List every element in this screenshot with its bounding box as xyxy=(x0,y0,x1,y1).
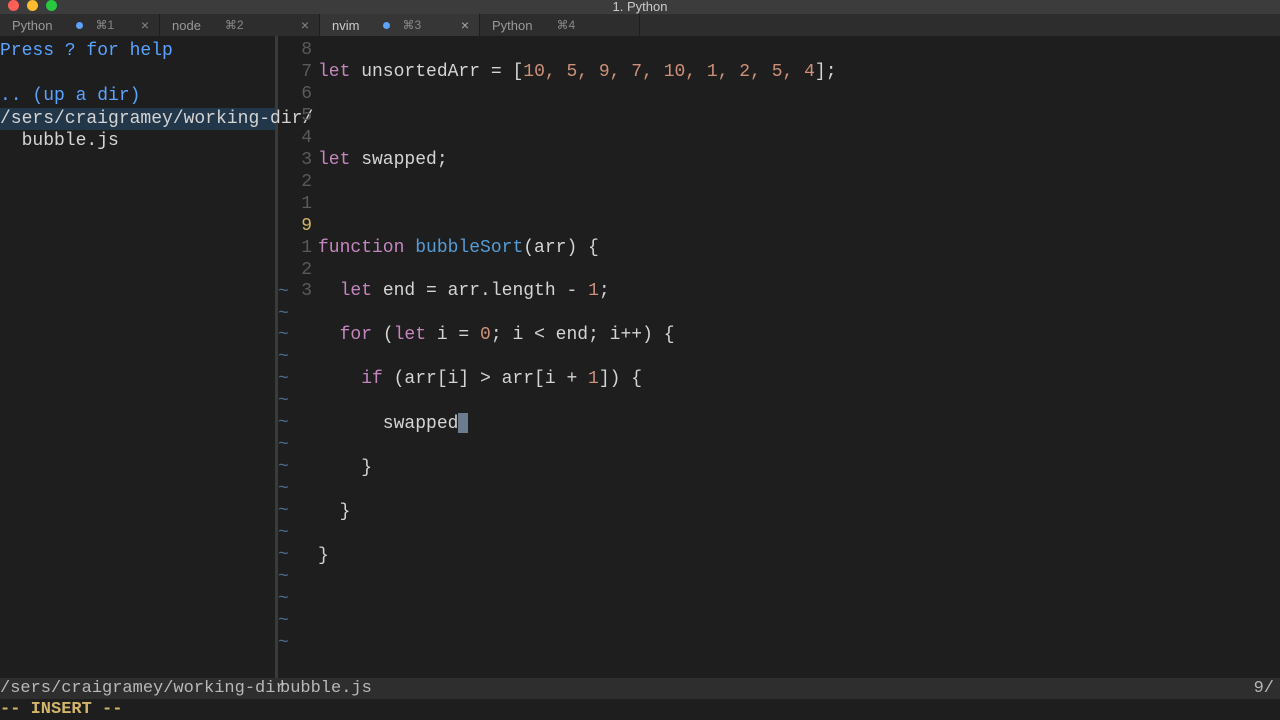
tab-python-1[interactable]: Python ⌘1 × xyxy=(0,14,160,36)
tab-bar: Python ⌘1 × node ⌘2 × nvim ⌘3 × Python ⌘… xyxy=(0,14,1280,36)
window-title: 1. Python xyxy=(613,0,668,14)
line-number: 3 xyxy=(278,150,312,172)
line-number: 7 xyxy=(278,62,312,84)
status-filename: bubble.js xyxy=(280,679,1254,698)
tab-shortcut: ⌘2 xyxy=(225,18,244,32)
up-dir-link[interactable]: .. (up a dir) xyxy=(0,85,275,108)
activity-dot-icon xyxy=(383,22,390,29)
close-icon[interactable]: × xyxy=(141,18,149,32)
tab-shortcut: ⌘1 xyxy=(95,18,114,32)
editor-pane[interactable]: 8 7 6 5 4 3 2 1 9 1 2 3 let unsortedArr … xyxy=(278,36,1280,678)
maximize-window-icon[interactable] xyxy=(46,0,57,11)
line-number: 8 xyxy=(278,40,312,62)
tab-shortcut: ⌘3 xyxy=(402,18,421,32)
file-tree-item-bubble-js[interactable]: bubble.js xyxy=(0,130,275,153)
blank-line xyxy=(0,63,275,86)
text-cursor xyxy=(458,413,468,433)
code-line: let unsortedArr = [10, 5, 9, 7, 10, 1, 2… xyxy=(318,62,1280,84)
code-line: swapped xyxy=(318,413,1280,436)
code-line xyxy=(318,194,1280,216)
line-number: 4 xyxy=(278,128,312,150)
line-number: 1 xyxy=(278,194,312,216)
close-window-icon[interactable] xyxy=(8,0,19,11)
code-line: } xyxy=(318,458,1280,480)
close-icon[interactable]: × xyxy=(461,18,469,32)
tab-label: Python xyxy=(492,18,532,33)
code-line: } xyxy=(318,546,1280,568)
code-line: function bubbleSort(arr) { xyxy=(318,238,1280,260)
empty-line-tildes: ~~~ ~~~ ~~~ ~~~ ~~~ ~~ xyxy=(278,282,289,655)
tab-python-2[interactable]: Python ⌘4 xyxy=(480,14,640,36)
tab-label: Python xyxy=(12,18,52,33)
close-icon[interactable]: × xyxy=(301,18,309,32)
tab-label: node xyxy=(172,18,201,33)
traffic-lights xyxy=(0,0,57,11)
help-hint: Press ? for help xyxy=(0,40,275,63)
code-line: } xyxy=(318,502,1280,524)
tab-shortcut: ⌘4 xyxy=(556,18,575,32)
vim-mode-line: -- INSERT -- xyxy=(0,699,1280,720)
current-dir-path[interactable]: /sers/craigramey/working-dir/ xyxy=(0,108,275,131)
code-line: for (let i = 0; i < end; i++) { xyxy=(318,325,1280,347)
code-line xyxy=(318,106,1280,128)
titlebar: 1. Python xyxy=(0,0,1280,14)
activity-dot-icon xyxy=(76,22,83,29)
tab-node[interactable]: node ⌘2 × xyxy=(160,14,320,36)
status-bar: /sers/craigramey/working-dir bubble.js 9… xyxy=(0,678,1280,699)
line-number: 6 xyxy=(278,84,312,106)
file-tree-sidebar[interactable]: Press ? for help .. (up a dir) /sers/cra… xyxy=(0,36,278,678)
code-line: if (arr[i] > arr[i + 1]) { xyxy=(318,369,1280,391)
current-line-number: 9 xyxy=(278,216,312,238)
tab-nvim[interactable]: nvim ⌘3 × xyxy=(320,14,480,36)
status-position: 9/ xyxy=(1254,679,1280,698)
code-content[interactable]: let unsortedArr = [10, 5, 9, 7, 10, 1, 2… xyxy=(318,40,1280,612)
line-number-gutter: 8 7 6 5 4 3 2 1 9 1 2 3 xyxy=(278,40,312,303)
line-number: 1 xyxy=(278,238,312,260)
status-left-path: /sers/craigramey/working-dir xyxy=(0,679,280,698)
minimize-window-icon[interactable] xyxy=(27,0,38,11)
line-number: 2 xyxy=(278,172,312,194)
code-line: let swapped; xyxy=(318,150,1280,172)
line-number: 2 xyxy=(278,260,312,282)
tab-label: nvim xyxy=(332,18,359,33)
code-line: let end = arr.length - 1; xyxy=(318,281,1280,303)
main-area: Press ? for help .. (up a dir) /sers/cra… xyxy=(0,36,1280,678)
line-number: 5 xyxy=(278,106,312,128)
